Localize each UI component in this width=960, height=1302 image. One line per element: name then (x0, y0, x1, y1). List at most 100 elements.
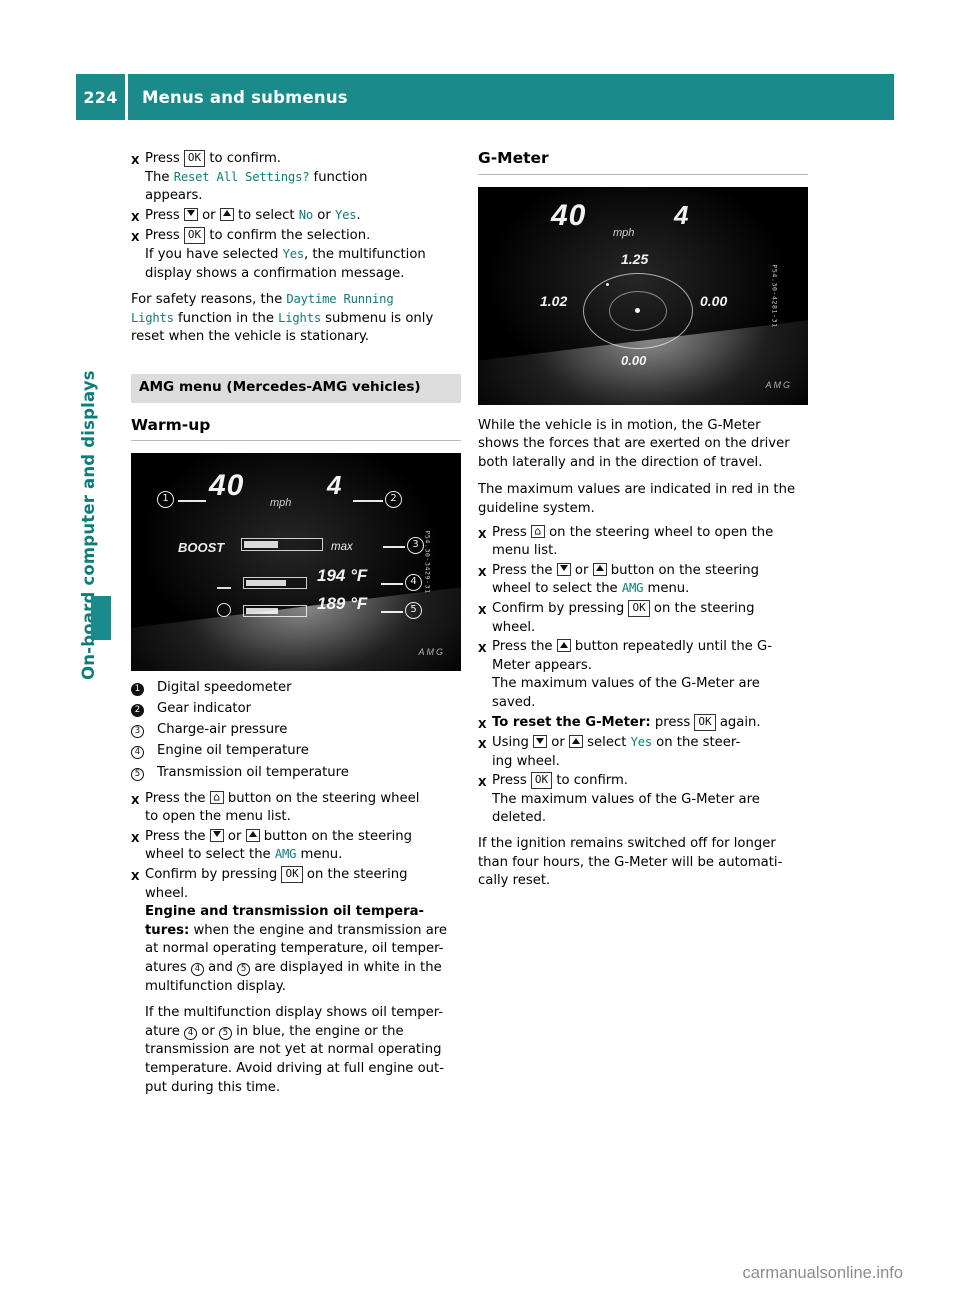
legend-label: Gear indicator (157, 701, 252, 717)
digital-speed: 40 (209, 469, 245, 503)
step-text: atures 4 and 5 are displayed in white in… (145, 959, 442, 976)
page-number: 224 (83, 87, 118, 107)
arrow-down-icon (556, 562, 571, 576)
step-text: put during this time. (145, 1079, 281, 1095)
step-text: Press OK to confirm. (145, 150, 281, 167)
ok-key-icon: OK (281, 865, 303, 883)
max-label: max (331, 541, 353, 554)
legend-item: 4 Engine oil temperature (131, 742, 461, 760)
step-text: wheel to select the AMG menu. (145, 847, 343, 863)
arrow-down-icon (209, 828, 224, 842)
paragraph: The maximum values are indicated in red … (478, 481, 808, 517)
legend-marker: 4 (131, 742, 157, 760)
step-bullet-icon: X (478, 603, 487, 617)
step-text: Press the or button on the steering (145, 828, 413, 844)
ok-key-icon: OK (694, 713, 716, 731)
step-text: menu list. (492, 543, 558, 559)
step-text: wheel. (145, 885, 189, 901)
step-text: Press on the steering wheel to open the (492, 524, 808, 542)
oil-can-icon (217, 573, 231, 590)
gmeter-value-left: 1.02 (540, 292, 568, 309)
ok-key-icon: OK (183, 227, 206, 245)
step-item: X Press OK to confirm the selection. If … (131, 227, 461, 283)
step-text: Press or to select No or Yes. (145, 207, 361, 223)
step-item: X Press OK to confirm. The Reset All Set… (131, 150, 461, 206)
bar-fill (246, 580, 286, 587)
callout-line (381, 583, 403, 585)
step-text: transmission are not yet at normal opera… (145, 1042, 442, 1058)
callout-ref-4: 4 (184, 1026, 198, 1040)
paragraph-line: While the vehicle is in motion, the G-Me… (478, 417, 761, 433)
step-text: Confirm by pressing OK on the steering (492, 599, 755, 617)
arrow-down-icon (533, 735, 548, 749)
step-bullet-icon: X (131, 793, 140, 807)
step-bullet-icon: X (478, 527, 487, 541)
step-text: ature 4 or 5 in blue, the engine or the (145, 1023, 404, 1040)
legend-label: Transmission oil temperature (157, 764, 349, 780)
legend-marker: 3 (131, 721, 157, 739)
step-item: X Confirm by pressing OK on the steering… (131, 865, 461, 1097)
step-text: Press OK to confirm the selection. (145, 227, 371, 245)
legend-item: 2 Gear indicator (131, 700, 461, 718)
subsection-heading: Warm-up (131, 415, 211, 434)
arrow-up-icon (556, 639, 571, 653)
heading-rule (131, 440, 461, 442)
step-text: Press OK to confirm. (492, 772, 628, 790)
paragraph-line: shows the forces that are exerted on the… (478, 436, 790, 452)
step-text: tures: when the engine and transmission … (145, 922, 448, 938)
step-item: X Confirm by pressing OK on the steering… (478, 599, 808, 637)
ui-string: Lights (131, 310, 174, 325)
site-watermark: carmanualsonline.info (742, 1264, 903, 1283)
gmeter-marker-dot (606, 282, 609, 286)
paragraph: While the vehicle is in motion, the G-Me… (478, 417, 808, 472)
legend-marker: 2 (131, 700, 157, 718)
safety-note-text: Lights function in the Lights submenu is… (131, 310, 434, 326)
legend-label: Digital speedometer (157, 680, 292, 696)
legend-label: Engine oil temperature (157, 743, 309, 759)
watermark-suffix: .info (871, 1264, 903, 1282)
callout-ref-4: 4 (190, 962, 204, 976)
step-text: The Reset All Settings? function (145, 169, 368, 185)
step-text: To reset the G-Meter: press OK again. (492, 713, 761, 731)
step-text: wheel. (492, 619, 536, 635)
ok-key-icon: OK (183, 150, 206, 167)
step-item: X Press the button on the steering wheel… (131, 790, 461, 827)
paragraph-line: The maximum values are indicated in red … (478, 482, 796, 498)
callout-1: 1 (157, 491, 174, 509)
ui-string: AMG (621, 581, 644, 596)
ui-string: No (298, 207, 314, 222)
engine-oil-bar (243, 577, 307, 590)
legend-marker: 1 (131, 679, 157, 697)
right-column: G-Meter 40 mph 4 1.25 1.02 0.00 0.00 AMG… (478, 149, 808, 892)
paragraph: If the ignition remains switched off for… (478, 835, 808, 890)
figure-code: P54.30-4281-31 (770, 264, 779, 328)
amg-watermark: AMG (418, 646, 445, 657)
arrow-up-icon (245, 828, 260, 842)
arrow-up-icon (219, 207, 234, 221)
ui-string: Reset All Settings? (173, 169, 310, 184)
watermark-main: carmanualsonline (742, 1264, 872, 1282)
paragraph-line: If the ignition remains switched off for… (478, 836, 776, 852)
step-text: Press the button on the steering wheel (145, 790, 461, 808)
callout-ref-5: 5 (218, 1026, 232, 1040)
arrow-up-icon (592, 562, 607, 576)
gmeter-display-image: 40 mph 4 1.25 1.02 0.00 0.00 AMG P54.30-… (478, 186, 808, 405)
step-text: Engine and transmission oil tempera- (145, 904, 425, 920)
step-item: X Press the button repeatedly until the … (478, 638, 808, 712)
warmup-legend: 1 Digital speedometer 2 Gear indicator 3… (131, 679, 461, 781)
step-item: X Press the or button on the steering wh… (131, 828, 461, 865)
step-text: temperature. Avoid driving at full engin… (145, 1060, 444, 1076)
figure-code: P54.30-3429-31 (423, 530, 432, 594)
step-text: If you have selected Yes, the multifunct… (145, 246, 426, 262)
step-text: deleted. (492, 810, 547, 826)
paragraph-line: both laterally and in the direction of t… (478, 454, 763, 470)
step-text: multifunction display. (145, 978, 286, 994)
boost-label: BOOST (178, 540, 225, 556)
gmeter-center-dot (635, 307, 640, 313)
header-divider (125, 74, 128, 120)
safety-note-text: reset when the vehicle is stationary. (131, 329, 370, 345)
step-text: wheel to select the AMG menu. (492, 581, 690, 597)
left-column: X Press OK to confirm. The Reset All Set… (131, 150, 461, 1098)
